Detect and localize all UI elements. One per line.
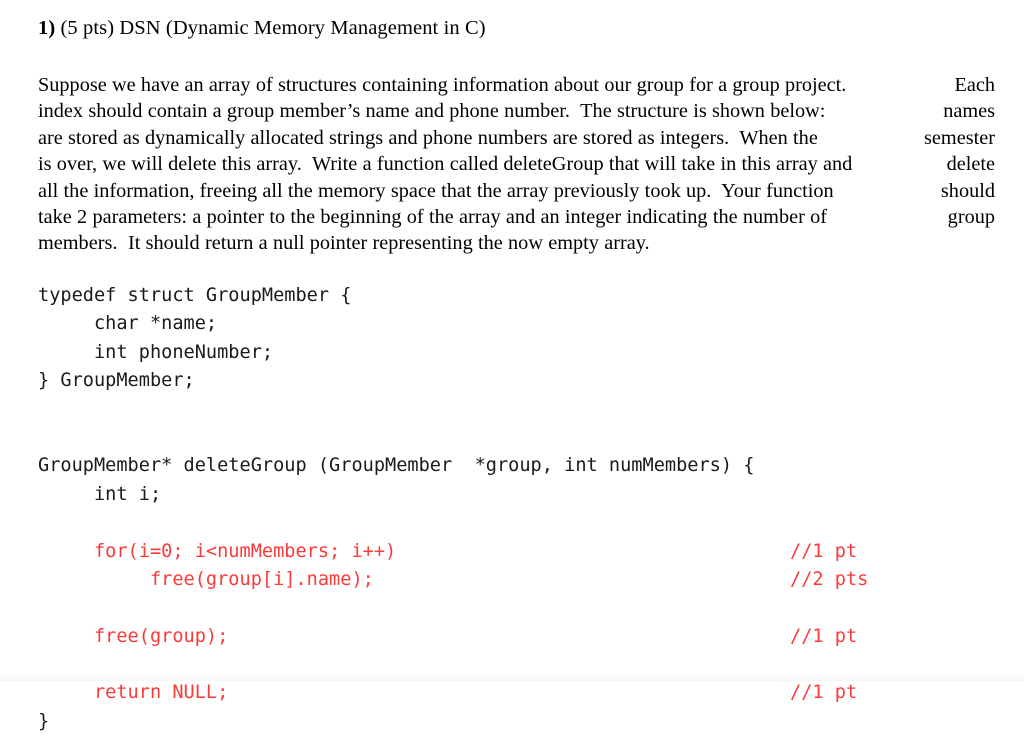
code-line-text: char *name; xyxy=(38,313,218,335)
code-line-text: int phoneNumber; xyxy=(38,341,274,363)
paragraph-line-text: are stored as dynamically allocated stri… xyxy=(38,126,818,149)
paragraph-line-tail: Each xyxy=(954,74,995,96)
code-line-text: return NULL; xyxy=(38,682,229,704)
code-line: char *name; xyxy=(38,310,998,338)
question-number: 1) xyxy=(38,17,56,39)
question-body-paragraph: Suppose we have an array of structures c… xyxy=(38,72,995,257)
code-line-comment: //2 pts xyxy=(790,568,869,590)
code-line: GroupMember* deleteGroup (GroupMember *g… xyxy=(38,452,998,480)
code-line: for(i=0; i<numMembers; i++) //1 pt xyxy=(38,538,998,566)
paragraph-line: are stored as dynamically allocated stri… xyxy=(38,125,995,151)
paragraph-line: index should contain a group member’s na… xyxy=(38,98,995,124)
paragraph-line-text: is over, we will delete this array. Writ… xyxy=(38,153,853,176)
paragraph-line-tail: semester xyxy=(924,126,995,149)
paragraph-line-tail: should xyxy=(940,179,995,202)
document-page: 1) (5 pts) DSN (Dynamic Memory Managemen… xyxy=(0,0,1024,732)
paragraph-line-text: Suppose we have an array of structures c… xyxy=(38,74,847,96)
paragraph-line-text: all the information, freeing all the mem… xyxy=(38,179,834,202)
code-line-comment: //1 pt xyxy=(790,682,858,704)
code-line-text: } GroupMember; xyxy=(38,370,195,392)
code-line-text: } xyxy=(38,710,50,732)
code-line: return NULL; //1 pt xyxy=(38,679,998,707)
code-line: free(group); //1 pt xyxy=(38,623,998,651)
code-line: free(group[i].name); //2 pts xyxy=(38,566,998,594)
code-line: int i; xyxy=(38,481,998,509)
code-line-text: int i; xyxy=(38,483,162,505)
paragraph-line: is over, we will delete this array. Writ… xyxy=(38,151,995,177)
page-title: 1) (5 pts) DSN (Dynamic Memory Managemen… xyxy=(38,15,998,41)
paragraph-line: members. It should return a null pointer… xyxy=(38,232,650,255)
paragraph-line-text: take 2 parameters: a pointer to the begi… xyxy=(38,206,828,229)
question-title-text: (5 pts) DSN (Dynamic Memory Management i… xyxy=(55,17,486,39)
code-line-comment: //1 pt xyxy=(790,625,858,647)
page-bottom-edge xyxy=(0,672,1024,681)
code-block: typedef struct GroupMember { char *name;… xyxy=(38,282,998,736)
paragraph-line-tail: names xyxy=(943,100,995,123)
paragraph-line: take 2 parameters: a pointer to the begi… xyxy=(38,204,995,230)
paragraph-line: all the information, freeing all the mem… xyxy=(38,178,995,204)
code-line: } GroupMember; xyxy=(38,367,998,395)
code-line-text: free(group); xyxy=(38,625,229,647)
code-line: int phoneNumber; xyxy=(38,339,998,367)
code-line-text: GroupMember* deleteGroup (GroupMember *g… xyxy=(38,455,755,477)
paragraph-line-tail: group xyxy=(947,206,995,229)
code-line-text: for(i=0; i<numMembers; i++) xyxy=(38,540,397,562)
code-line: } xyxy=(38,708,998,736)
code-line-text: typedef struct GroupMember { xyxy=(38,285,352,306)
code-line: typedef struct GroupMember { xyxy=(38,282,998,310)
paragraph-line-tail: delete xyxy=(946,153,995,176)
code-line-comment: //1 pt xyxy=(790,540,858,562)
paragraph-line: Suppose we have an array of structures c… xyxy=(38,72,995,98)
code-line-text: free(group[i].name); xyxy=(38,568,374,590)
paragraph-line-text: index should contain a group member’s na… xyxy=(38,100,826,123)
